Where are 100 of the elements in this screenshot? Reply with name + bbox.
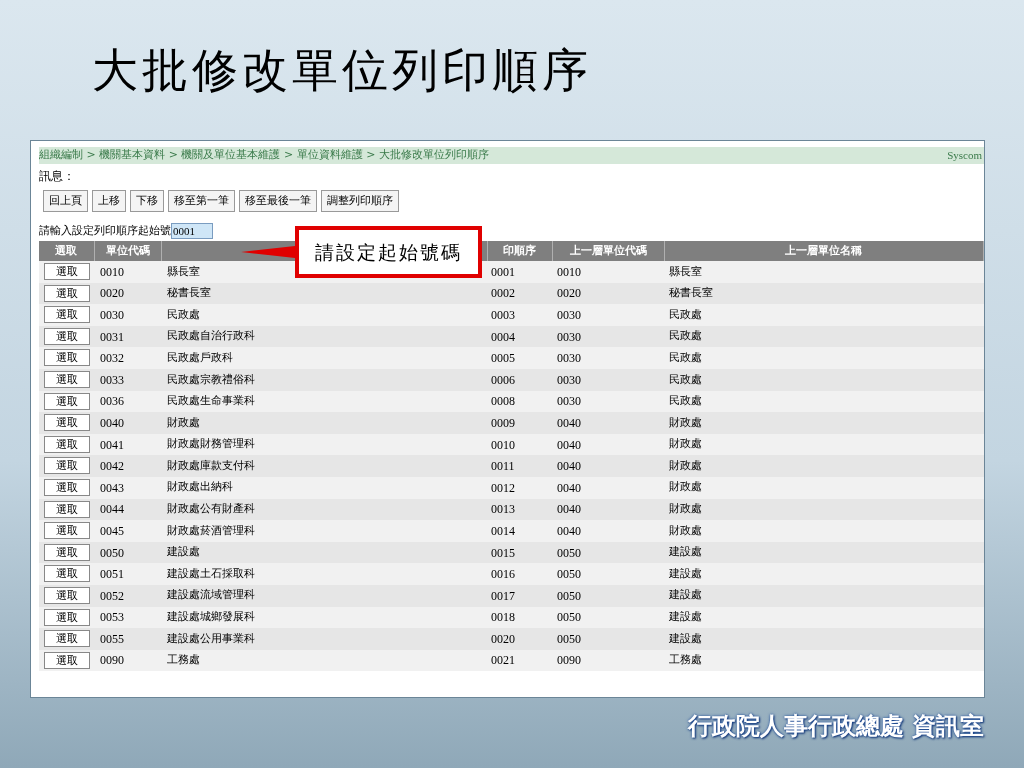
table-cell: 建設處 xyxy=(161,541,487,564)
table-cell: 0055 xyxy=(94,628,161,650)
start-number-field[interactable]: 0001 xyxy=(171,223,213,239)
table-cell: 財政處 xyxy=(664,520,984,542)
table-cell: 財政處 xyxy=(664,412,984,434)
column-header: 單位代碼 xyxy=(94,241,161,261)
table-cell: 縣長室 xyxy=(664,261,984,283)
table-cell: 0010 xyxy=(552,261,664,283)
breadcrumb: 組織編制 > 機關基本資料 > 機關及單位基本維護 > 單位資料維護 > 大批修改單位列印順序 xyxy=(39,147,489,164)
table-cell: 0001 xyxy=(487,261,552,283)
table-cell: 建設處 xyxy=(664,584,984,607)
table-cell: 0004 xyxy=(487,325,552,348)
table-cell: 0020 xyxy=(552,282,664,305)
table-cell: 0031 xyxy=(94,325,161,348)
table-cell: 財政處財務管理科 xyxy=(161,433,487,456)
table-cell: 0090 xyxy=(552,649,664,672)
table-cell: 0032 xyxy=(94,347,161,369)
table-cell: 財政處公有財產科 xyxy=(161,498,487,521)
table-cell: 0053 xyxy=(94,606,161,629)
table-cell: 0015 xyxy=(487,541,552,564)
table-cell: 0011 xyxy=(487,455,552,477)
select-button[interactable]: 選取 xyxy=(43,263,90,281)
table-cell: 0040 xyxy=(552,520,664,542)
table-cell: 0050 xyxy=(552,584,664,607)
select-button[interactable]: 選取 xyxy=(43,651,90,669)
select-button[interactable]: 選取 xyxy=(43,479,90,496)
table-cell: 建設處 xyxy=(664,541,984,564)
table-cell: 0014 xyxy=(487,520,552,542)
toolbar-button[interactable]: 調整列印順序 xyxy=(321,190,399,212)
table-cell: 民政處戶政科 xyxy=(161,347,487,369)
table-cell: 0040 xyxy=(552,433,664,456)
select-button[interactable]: 選取 xyxy=(43,392,90,410)
select-button[interactable]: 選取 xyxy=(43,284,90,302)
table-cell: 0002 xyxy=(487,282,552,305)
table-cell: 民政處 xyxy=(664,368,984,391)
table-cell: 0021 xyxy=(487,649,552,672)
table-cell: 財政處 xyxy=(664,455,984,477)
table-cell: 民政處 xyxy=(161,304,487,326)
table-cell: 秘書長室 xyxy=(161,282,487,305)
table-cell: 財政處 xyxy=(664,498,984,521)
table-cell: 0016 xyxy=(487,563,552,585)
table-cell: 0013 xyxy=(487,498,552,521)
table-cell: 民政處宗教禮俗科 xyxy=(161,368,487,391)
slide-title: 大批修改單位列印順序 xyxy=(92,47,592,93)
table-cell: 建設處流域管理科 xyxy=(161,584,487,607)
table-cell: 0030 xyxy=(552,304,664,326)
select-button[interactable]: 選取 xyxy=(43,565,90,583)
table-cell: 0009 xyxy=(487,412,552,434)
table-cell: 建設處 xyxy=(664,563,984,585)
toolbar-button[interactable]: 上移 xyxy=(92,190,126,212)
table-cell: 民政處 xyxy=(664,390,984,413)
select-button[interactable]: 選取 xyxy=(43,371,90,388)
select-button[interactable]: 選取 xyxy=(43,327,90,345)
callout-text: 請設定起始號碼 xyxy=(295,226,482,278)
select-button[interactable]: 選取 xyxy=(43,630,90,648)
table-cell: 0006 xyxy=(487,368,552,391)
select-button[interactable]: 選取 xyxy=(43,608,90,626)
table-cell: 0033 xyxy=(94,368,161,391)
table-cell: 0042 xyxy=(94,455,161,477)
select-button[interactable]: 選取 xyxy=(43,414,90,432)
table-cell: 建設處 xyxy=(664,606,984,629)
select-button[interactable]: 選取 xyxy=(43,586,90,604)
table-cell: 0040 xyxy=(552,476,664,499)
table-cell: 0040 xyxy=(552,455,664,477)
table-cell: 建設處土石採取科 xyxy=(161,563,487,585)
table-cell: 工務處 xyxy=(161,649,487,672)
table-cell: 0041 xyxy=(94,433,161,456)
table-cell: 民政處自治行政科 xyxy=(161,325,487,348)
table-cell: 0030 xyxy=(552,390,664,413)
message-label: 訊息： xyxy=(39,168,75,185)
toolbar-button[interactable]: 移至最後一筆 xyxy=(239,190,317,212)
table-cell: 建設處公用事業科 xyxy=(161,628,487,650)
toolbar-button[interactable]: 移至第一筆 xyxy=(168,190,235,212)
table-cell: 0051 xyxy=(94,563,161,585)
table-cell: 財政處 xyxy=(664,433,984,456)
select-button[interactable]: 選取 xyxy=(43,543,90,561)
table-cell: 財政處 xyxy=(664,476,984,499)
table-cell: 財政處 xyxy=(161,412,487,434)
table-cell: 0020 xyxy=(94,282,161,305)
select-button[interactable]: 選取 xyxy=(43,306,90,324)
column-header: 選取 xyxy=(39,241,94,261)
brand-text: Syscom xyxy=(947,148,982,164)
table-cell: 0040 xyxy=(94,412,161,434)
table-cell: 0012 xyxy=(487,476,552,499)
start-number-label: 請輸入設定列印順序起始號 xyxy=(39,222,171,239)
select-button[interactable]: 選取 xyxy=(43,457,90,475)
select-button[interactable]: 選取 xyxy=(43,349,90,367)
table-cell: 0040 xyxy=(552,498,664,521)
select-button[interactable]: 選取 xyxy=(43,500,90,518)
toolbar-button[interactable]: 下移 xyxy=(130,190,164,212)
table-cell: 0040 xyxy=(552,412,664,434)
select-button[interactable]: 選取 xyxy=(43,435,90,453)
table-cell: 0018 xyxy=(487,606,552,629)
table-cell: 民政處 xyxy=(664,347,984,369)
toolbar-button[interactable]: 回上頁 xyxy=(43,190,88,212)
table-cell: 民政處 xyxy=(664,325,984,348)
table-cell: 0003 xyxy=(487,304,552,326)
column-header: 印順序 xyxy=(487,241,552,261)
select-button[interactable]: 選取 xyxy=(43,522,90,540)
table-cell: 秘書長室 xyxy=(664,282,984,305)
